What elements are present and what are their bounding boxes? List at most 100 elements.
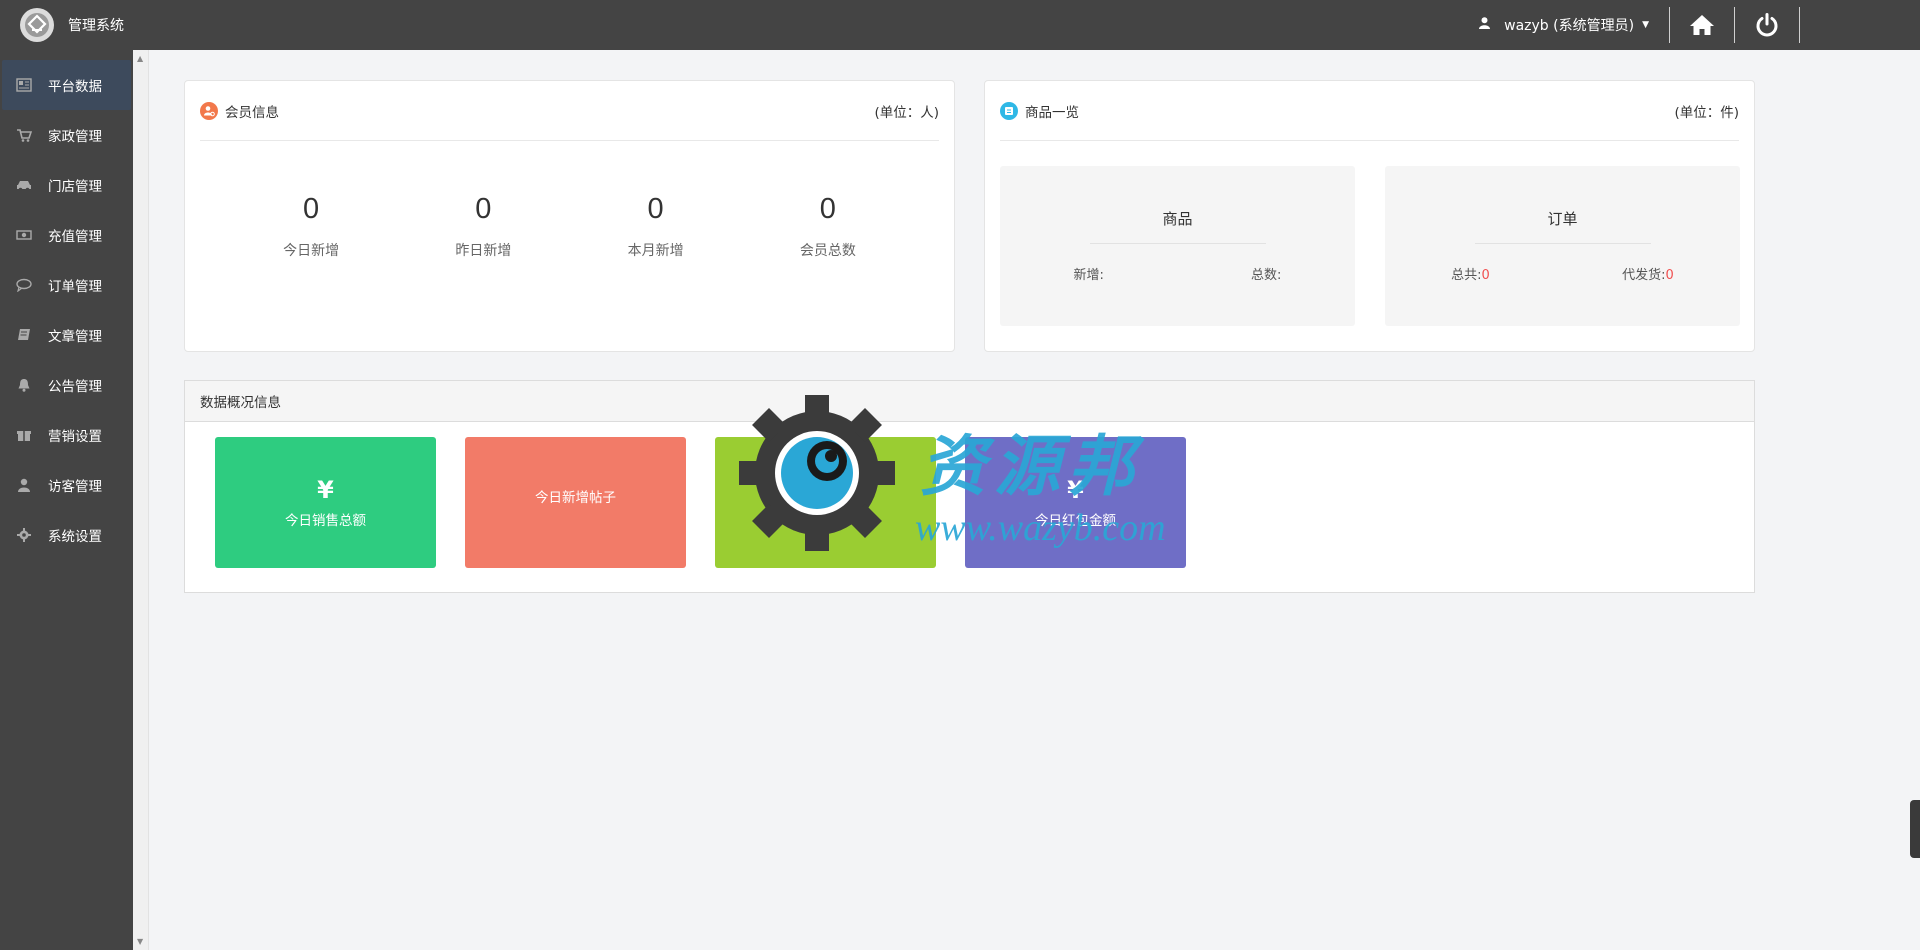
user-icon (14, 477, 34, 493)
tile-obscured[interactable] (715, 437, 936, 568)
top-navbar: 管理系统 wazyb (系统管理员) ▼ (0, 0, 1920, 50)
sidebar: 平台数据 家政管理 门店管理 充值管理 订单管理 文章管理 公告管理 营销设置 … (0, 50, 133, 950)
user-icon (1479, 17, 1491, 33)
stat-month-new: 0 本月新增 (570, 193, 742, 260)
bell-icon (14, 377, 34, 393)
goods-total-label: 总数: (1251, 268, 1282, 283)
sidebar-item-recharge[interactable]: 充值管理 (0, 210, 133, 260)
sidebar-item-stores[interactable]: 门店管理 (0, 160, 133, 210)
goods-row: 新增: 总数: (1000, 264, 1355, 283)
sidebar-item-label: 营销设置 (48, 429, 102, 445)
cart-icon (14, 127, 34, 143)
tile-today-sales[interactable]: ¥ 今日销售总额 (215, 437, 436, 568)
sidebar-item-label: 订单管理 (48, 279, 102, 295)
card-header: 商品一览 (单位：件) (1000, 81, 1739, 141)
sidebar-item-label: 系统设置 (48, 529, 102, 545)
logo-icon (20, 8, 54, 42)
brand-title: 管理系统 (68, 18, 124, 34)
home-icon (1690, 15, 1714, 35)
stat-value: 0 (303, 193, 320, 225)
stat-label: 昨日新增 (455, 243, 512, 259)
book-icon (14, 327, 34, 343)
member-card-title: 会员信息 (225, 104, 279, 121)
orders-pending-value: 0 (1665, 268, 1674, 283)
dashboard-icon (14, 77, 34, 93)
stat-value: 0 (647, 193, 664, 225)
divider (1089, 243, 1266, 244)
money-icon (14, 227, 34, 243)
unit-label: (单位：人) (874, 104, 939, 121)
card-title: 会员信息 (200, 101, 279, 121)
user-name: wazyb (系统管理员) (1504, 18, 1635, 34)
tile-label: 今日新增帖子 (535, 489, 616, 506)
data-overview-panel: 数据概况信息 ¥ 今日销售总额 今日新增帖子 ¥ 今日红包金额 (184, 380, 1755, 593)
scroll-down-icon[interactable]: ▼ (137, 937, 143, 946)
orders-total: 总共:0 (1451, 264, 1490, 283)
chevron-down-icon: ▼ (1642, 20, 1649, 30)
orders-box-title: 订单 (1547, 210, 1578, 228)
stat-label: 今日新增 (283, 243, 340, 259)
sidebar-item-notices[interactable]: 公告管理 (0, 360, 133, 410)
orders-row: 总共:0 代发货:0 (1385, 264, 1740, 283)
tile-label: 今日红包金额 (1035, 512, 1116, 529)
power-icon (1756, 13, 1778, 37)
orders-pending: 代发货:0 (1622, 264, 1674, 283)
sidebar-item-housekeeping[interactable]: 家政管理 (0, 110, 133, 160)
card-header: 会员信息 (单位：人) (200, 81, 939, 141)
goods-box-title: 商品 (1162, 210, 1193, 228)
orders-pending-label: 代发货: (1622, 268, 1666, 283)
comment-icon (14, 277, 34, 293)
gift-icon (14, 427, 34, 443)
sidebar-item-settings[interactable]: 系统设置 (0, 510, 133, 560)
goods-icon (1000, 101, 1018, 120)
tile-label: 今日销售总额 (285, 512, 366, 529)
top-right-actions: wazyb (系统管理员) ▼ (1459, 0, 1800, 50)
goods-overview-card: 商品一览 (单位：件) 商品 新增: 总数: 订单 总共:0 代发货:0 (984, 80, 1755, 352)
stat-label: 本月新增 (627, 243, 684, 259)
sidebar-item-label: 门店管理 (48, 179, 102, 195)
gear-icon (14, 527, 34, 543)
member-info-card: 会员信息 (单位：人) 0 今日新增 0 昨日新增 0 本月新增 0 会员总数 (184, 80, 955, 352)
sidebar-item-label: 公告管理 (48, 379, 102, 395)
brand[interactable]: 管理系统 (0, 0, 300, 50)
member-stats: 0 今日新增 0 昨日新增 0 本月新增 0 会员总数 (185, 193, 954, 260)
logout-button[interactable] (1735, 0, 1799, 50)
member-icon (200, 101, 218, 120)
stat-value: 0 (475, 193, 492, 225)
scroll-up-icon[interactable]: ▲ (137, 54, 143, 63)
sidebar-item-label: 充值管理 (48, 229, 102, 245)
car-icon (14, 177, 34, 193)
unit-label: (单位：件) (1674, 104, 1739, 121)
orders-summary-box: 订单 总共:0 代发货:0 (1385, 166, 1740, 326)
sidebar-item-orders[interactable]: 订单管理 (0, 260, 133, 310)
side-handle[interactable] (1910, 800, 1920, 858)
panel-title: 数据概况信息 (185, 381, 1754, 422)
sidebar-item-marketing[interactable]: 营销设置 (0, 410, 133, 460)
orders-total-label: 总共: (1451, 268, 1482, 283)
divider (1799, 7, 1800, 43)
sidebar-item-label: 访客管理 (48, 479, 102, 495)
sidebar-item-label: 平台数据 (48, 79, 102, 95)
tile-today-posts[interactable]: 今日新增帖子 (465, 437, 686, 568)
card-title: 商品一览 (1000, 101, 1079, 121)
stat-yesterday-new: 0 昨日新增 (397, 193, 569, 260)
scrollbar[interactable]: ▲ ▼ (133, 50, 149, 950)
sidebar-item-label: 家政管理 (48, 129, 102, 145)
sidebar-item-label: 文章管理 (48, 329, 102, 345)
sidebar-item-visitors[interactable]: 访客管理 (0, 460, 133, 510)
divider (1474, 243, 1651, 244)
stat-member-total: 0 会员总数 (742, 193, 914, 260)
tile-today-red-packets[interactable]: ¥ 今日红包金额 (965, 437, 1186, 568)
home-button[interactable] (1670, 0, 1734, 50)
sidebar-item-articles[interactable]: 文章管理 (0, 310, 133, 360)
user-menu[interactable]: wazyb (系统管理员) ▼ (1459, 0, 1669, 50)
yen-icon: ¥ (317, 475, 334, 504)
goods-card-title: 商品一览 (1025, 104, 1079, 121)
yen-icon: ¥ (1067, 475, 1084, 504)
goods-new-label: 新增: (1073, 268, 1104, 283)
stat-today-new: 0 今日新增 (225, 193, 397, 260)
orders-total-value: 0 (1481, 268, 1490, 283)
stat-label: 会员总数 (799, 243, 856, 259)
sidebar-item-platform-data[interactable]: 平台数据 (2, 60, 131, 110)
goods-summary-box: 商品 新增: 总数: (1000, 166, 1355, 326)
